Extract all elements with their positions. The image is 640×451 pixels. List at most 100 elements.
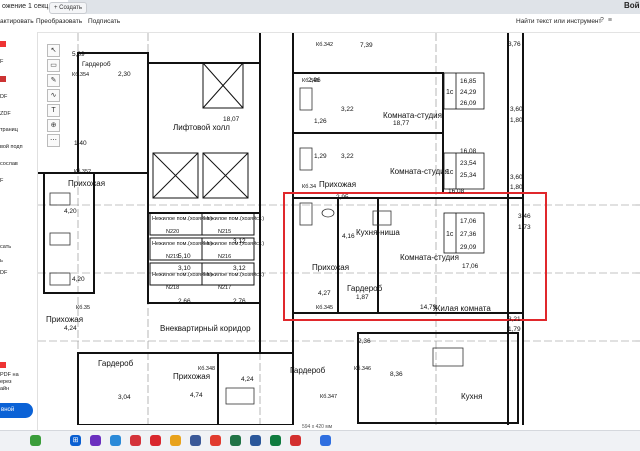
floor-plan-drawing: 5,39 2,30 Гардероб 7,39 2,96 16,85 24,29… xyxy=(38,33,640,425)
apt-type-code: 1с xyxy=(446,89,454,96)
text-tool-icon[interactable]: T xyxy=(47,104,60,117)
tool-item-3[interactable]: ZDF xyxy=(0,111,11,117)
app-icon[interactable] xyxy=(130,435,141,446)
comment-tool-icon[interactable]: ▭ xyxy=(47,59,60,72)
area-label: 2,30 xyxy=(118,71,131,78)
edit-menu[interactable]: актировать xyxy=(0,18,34,25)
room-label: Комната-студия xyxy=(390,167,449,176)
app-icon[interactable] xyxy=(190,435,201,446)
area-label: 4,74 xyxy=(190,392,203,399)
area-label: 4,24 xyxy=(241,376,254,383)
elevator-shafts xyxy=(149,62,255,286)
pdf-online-icon xyxy=(0,362,6,368)
area-label: 3,12 xyxy=(233,265,246,272)
area-label: 2,36 xyxy=(358,338,371,345)
pdf-tool-icon[interactable] xyxy=(0,41,6,47)
app-icon[interactable] xyxy=(320,435,331,446)
area-label: 23,54 xyxy=(460,160,477,167)
app-icon[interactable] xyxy=(270,435,281,446)
area-label: 4,20 xyxy=(72,276,85,283)
area-label: 16,08 xyxy=(460,148,477,155)
weather-widget-icon[interactable] xyxy=(30,435,41,446)
room-code: Кб.348 xyxy=(198,366,215,372)
area-label: 16,08 xyxy=(448,188,465,195)
area-label: 16,85 xyxy=(460,78,477,85)
tool-item-8[interactable]: сать xyxy=(0,244,11,250)
more-tools-icon[interactable]: ⋯ xyxy=(47,134,60,147)
area-label: 3,60 xyxy=(510,106,523,113)
app-icon[interactable] xyxy=(150,435,161,446)
room-label: Комната-студия xyxy=(400,253,459,262)
area-label: 18,77 xyxy=(393,120,410,127)
area-label: 2,76 xyxy=(233,298,246,305)
storage-number: N220 xyxy=(166,229,179,235)
storage-name: Нежилое пом.(хозяйст.) xyxy=(204,271,264,278)
promo-line-1: PDF на xyxy=(0,372,19,378)
area-label: 2,95 xyxy=(336,194,349,201)
area-label: 1,40 xyxy=(74,140,87,147)
area-label: 27,36 xyxy=(460,231,477,238)
room-label: Гардероб xyxy=(347,284,383,293)
area-label: 7,39 xyxy=(360,42,373,49)
room-label: Кухня-ниша xyxy=(356,228,400,237)
area-label: 3,10 xyxy=(178,265,191,272)
storage-number: N216 xyxy=(218,254,231,260)
tool-item-4[interactable]: траниц xyxy=(0,127,18,133)
room-label: Гардероб xyxy=(82,60,111,68)
tool-item-1[interactable]: F xyxy=(0,59,3,65)
word-icon[interactable] xyxy=(250,435,261,446)
start-icon[interactable]: ⊞ xyxy=(70,435,81,446)
room-label: Прихожая xyxy=(173,372,210,381)
edge-icon[interactable] xyxy=(110,435,121,446)
room-label: Комната-студия xyxy=(383,111,442,120)
room-code: Кб.343 xyxy=(302,78,319,84)
question-icon[interactable]: ? xyxy=(600,17,608,24)
find-tool-search[interactable]: Найти текст или инструмент xyxy=(516,18,602,25)
area-label: 1,80 xyxy=(510,117,523,124)
area-label: 3,21 xyxy=(508,316,521,323)
area-label: 1,79 xyxy=(508,326,521,333)
tool-item-10[interactable]: DF xyxy=(0,270,7,276)
room-label: Прихожая xyxy=(319,180,356,189)
tool-item-5[interactable]: вой подп xyxy=(0,144,23,150)
tool-item-7[interactable]: F xyxy=(0,178,3,184)
promo-line-3: айн xyxy=(0,386,10,392)
toolbar-icons: ?≡ xyxy=(600,17,616,24)
draw-tool-icon[interactable]: ∿ xyxy=(47,89,60,102)
area-label: 25,34 xyxy=(460,172,477,179)
menu-icon[interactable]: ≡ xyxy=(608,17,616,24)
promo-button[interactable]: вной xyxy=(0,403,33,418)
tool-item-2[interactable]: DF xyxy=(0,94,7,100)
select-tool-icon[interactable]: ↖ xyxy=(47,44,60,57)
app-icon[interactable] xyxy=(90,435,101,446)
area-label: 3,60 xyxy=(510,174,523,181)
acrobat-icon[interactable] xyxy=(290,435,301,446)
area-label: 18,07 xyxy=(223,116,240,123)
area-label: 3,04 xyxy=(118,394,131,401)
area-label: 3,46 xyxy=(518,213,531,220)
room-label: Жилая комната xyxy=(433,304,491,313)
yandex-icon[interactable] xyxy=(210,435,221,446)
sign-menu[interactable]: Подписать xyxy=(88,18,120,25)
area-label: 4,20 xyxy=(64,208,77,215)
app-icon[interactable] xyxy=(170,435,181,446)
area-label-group: 5,39 2,30 Гардероб 7,39 2,96 16,85 24,29… xyxy=(64,41,531,401)
tool-icon-2[interactable] xyxy=(0,76,6,82)
new-tab-button[interactable]: + Создать xyxy=(49,2,87,14)
tool-item-6[interactable]: сослав xyxy=(0,161,18,167)
area-label: 24,29 xyxy=(460,89,477,96)
area-label: 1,29 xyxy=(314,153,327,160)
room-label: Прихожая xyxy=(68,179,105,188)
tools-side-panel: F DF ZDF траниц вой подп сослав F сать ь… xyxy=(0,32,38,430)
storage-number: N215 xyxy=(218,229,231,235)
account-name[interactable]: Вой xyxy=(624,1,640,10)
room-label: Гардероб xyxy=(290,366,326,375)
excel-icon[interactable] xyxy=(230,435,241,446)
tab-title: ожение 1 секц... xyxy=(2,3,55,10)
stamp-tool-icon[interactable]: ⊕ xyxy=(47,119,60,132)
storage-name: Нежилое пом.(хозяйст.) xyxy=(204,215,264,222)
highlight-tool-icon[interactable]: ✎ xyxy=(47,74,60,87)
document-view[interactable]: 5,39 2,30 Гардероб 7,39 2,96 16,85 24,29… xyxy=(38,33,640,425)
convert-menu[interactable]: Преобразовать xyxy=(36,18,82,25)
tool-item-9[interactable]: ь xyxy=(0,258,3,264)
